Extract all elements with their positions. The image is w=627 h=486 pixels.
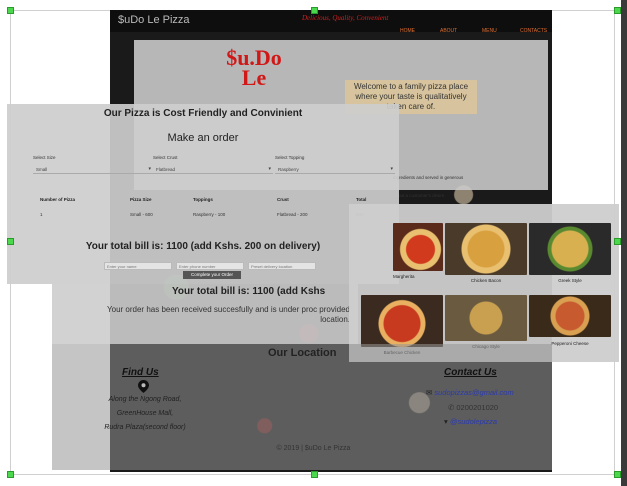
email-text: sudopizzas@gmail.com <box>434 388 514 397</box>
resize-handle[interactable] <box>7 7 14 14</box>
address-line: GreenHouse Mall, <box>116 410 174 417</box>
brand-logo[interactable]: $uDo Le Pizza <box>118 14 190 26</box>
order-subheading: Make an order <box>167 132 239 144</box>
resize-handle[interactable] <box>7 471 14 478</box>
about-text-2: about a customer's desire. <box>393 193 446 198</box>
pizza-image[interactable] <box>445 295 527 341</box>
phone-text: 0200201020 <box>456 403 499 412</box>
pizza-image[interactable] <box>445 223 527 275</box>
twitter-link[interactable]: ▾ @sudolepizza <box>444 417 497 426</box>
resize-handle[interactable] <box>614 7 621 14</box>
email-link[interactable]: ✉ sudopizzas@gmail.com <box>426 388 514 397</box>
table-header: Number of Pizza <box>40 197 76 202</box>
size-select-value: Small <box>36 167 48 172</box>
hero-logo-line2: Le <box>241 65 267 90</box>
about-text-1: ingredients and served in generous <box>393 175 464 180</box>
phone-icon: ✆ <box>448 403 455 412</box>
order-heading: Our Pizza is Cost Friendly and Convinien… <box>103 108 303 119</box>
twitter-icon: ▾ <box>444 417 448 426</box>
resize-handle[interactable] <box>614 471 621 478</box>
hero-logo: $u.Do Le <box>214 47 294 90</box>
pizza-label: Greek Style <box>558 278 582 283</box>
complete-order-button[interactable]: Complete your Order <box>183 271 241 279</box>
crust-label: Select Crust <box>153 155 178 160</box>
pizza-label: Margherita <box>393 274 415 279</box>
table-cell: Raspberry - 100 <box>193 212 226 217</box>
confirmation-message: Your order has been received succesfully… <box>107 305 350 324</box>
phone-link[interactable]: ✆ 0200201020 <box>448 403 498 412</box>
order-panel: Our Pizza is Cost Friendly and Convinien… <box>7 104 399 284</box>
pizza-image[interactable] <box>529 223 611 275</box>
size-label: Select Size <box>33 155 56 160</box>
locations-title: Our Location <box>268 347 337 359</box>
crust-select-value: Flatbread <box>156 167 176 172</box>
resize-handle[interactable] <box>614 238 621 245</box>
crust-select[interactable]: Flatbread ▾ <box>153 165 273 174</box>
table-cell: Small - 600 <box>130 212 153 217</box>
pizza-image[interactable] <box>529 295 611 337</box>
chevron-down-icon: ▾ <box>268 166 271 172</box>
envelope-icon: ✉ <box>426 388 433 397</box>
pizza-image[interactable] <box>361 295 443 347</box>
name-input[interactable]: Enter your name <box>104 262 172 270</box>
contact-us-heading: Contact Us <box>444 367 497 378</box>
table-cell: 1 <box>40 212 43 217</box>
nav-menu[interactable]: MENU <box>482 28 497 34</box>
address-line: Along the Ngong Road, <box>108 396 182 403</box>
pizza-gallery: Margherita Chicken Bacon Greek Style Bar… <box>349 204 619 362</box>
pizza-image[interactable] <box>393 223 443 271</box>
table-header: Pizza Size <box>130 197 152 202</box>
twitter-text: @sudolepizza <box>449 417 498 426</box>
table-cell: Flatbread - 200 <box>277 212 308 217</box>
location-input[interactable]: Preset delivery location <box>248 262 316 270</box>
copyright: © 2019 | $uDo Le Pizza <box>276 445 351 452</box>
confirmation-panel: Your total bill is: 1100 (add Kshs Your … <box>52 284 358 344</box>
confirmation-bill: Your total bill is: 1100 (add Kshs <box>172 286 326 297</box>
canvas: $uDo Le Pizza Delicious, Quality, Conven… <box>0 0 627 486</box>
find-us-heading: Find Us <box>122 367 159 378</box>
topping-label: Select Topping <box>275 155 305 160</box>
location-pin-icon <box>138 380 149 393</box>
nav-contacts[interactable]: CONTACTS <box>520 28 547 34</box>
chevron-down-icon: ▾ <box>148 166 151 172</box>
address-line: Rudra Plaza(second floor) <box>104 424 186 431</box>
nav-about[interactable]: ABOUT <box>440 28 457 34</box>
size-select[interactable]: Small ▾ <box>33 165 153 174</box>
table-header: Toppings <box>193 197 213 202</box>
pizza-label: Chicken Bacon <box>470 278 502 283</box>
resize-handle[interactable] <box>311 7 318 14</box>
navbar: $uDo Le Pizza Delicious, Quality, Conven… <box>110 10 552 34</box>
tagline: Delicious, Quality, Convenient <box>302 14 389 22</box>
topping-select-value: Raspberry <box>278 167 299 172</box>
phone-input[interactable]: Enter phone number <box>176 262 244 270</box>
nav-home[interactable]: HOME <box>400 28 415 34</box>
scrollbar[interactable] <box>621 0 627 486</box>
chevron-down-icon: ▾ <box>390 166 393 172</box>
table-header: Total <box>356 197 367 202</box>
topping-select[interactable]: Raspberry ▾ <box>275 165 395 174</box>
resize-handle[interactable] <box>311 471 318 478</box>
resize-handle[interactable] <box>7 238 14 245</box>
total-bill: Your total bill is: 1100 (add Kshs. 200 … <box>85 241 321 252</box>
table-header: Crust <box>277 197 289 202</box>
